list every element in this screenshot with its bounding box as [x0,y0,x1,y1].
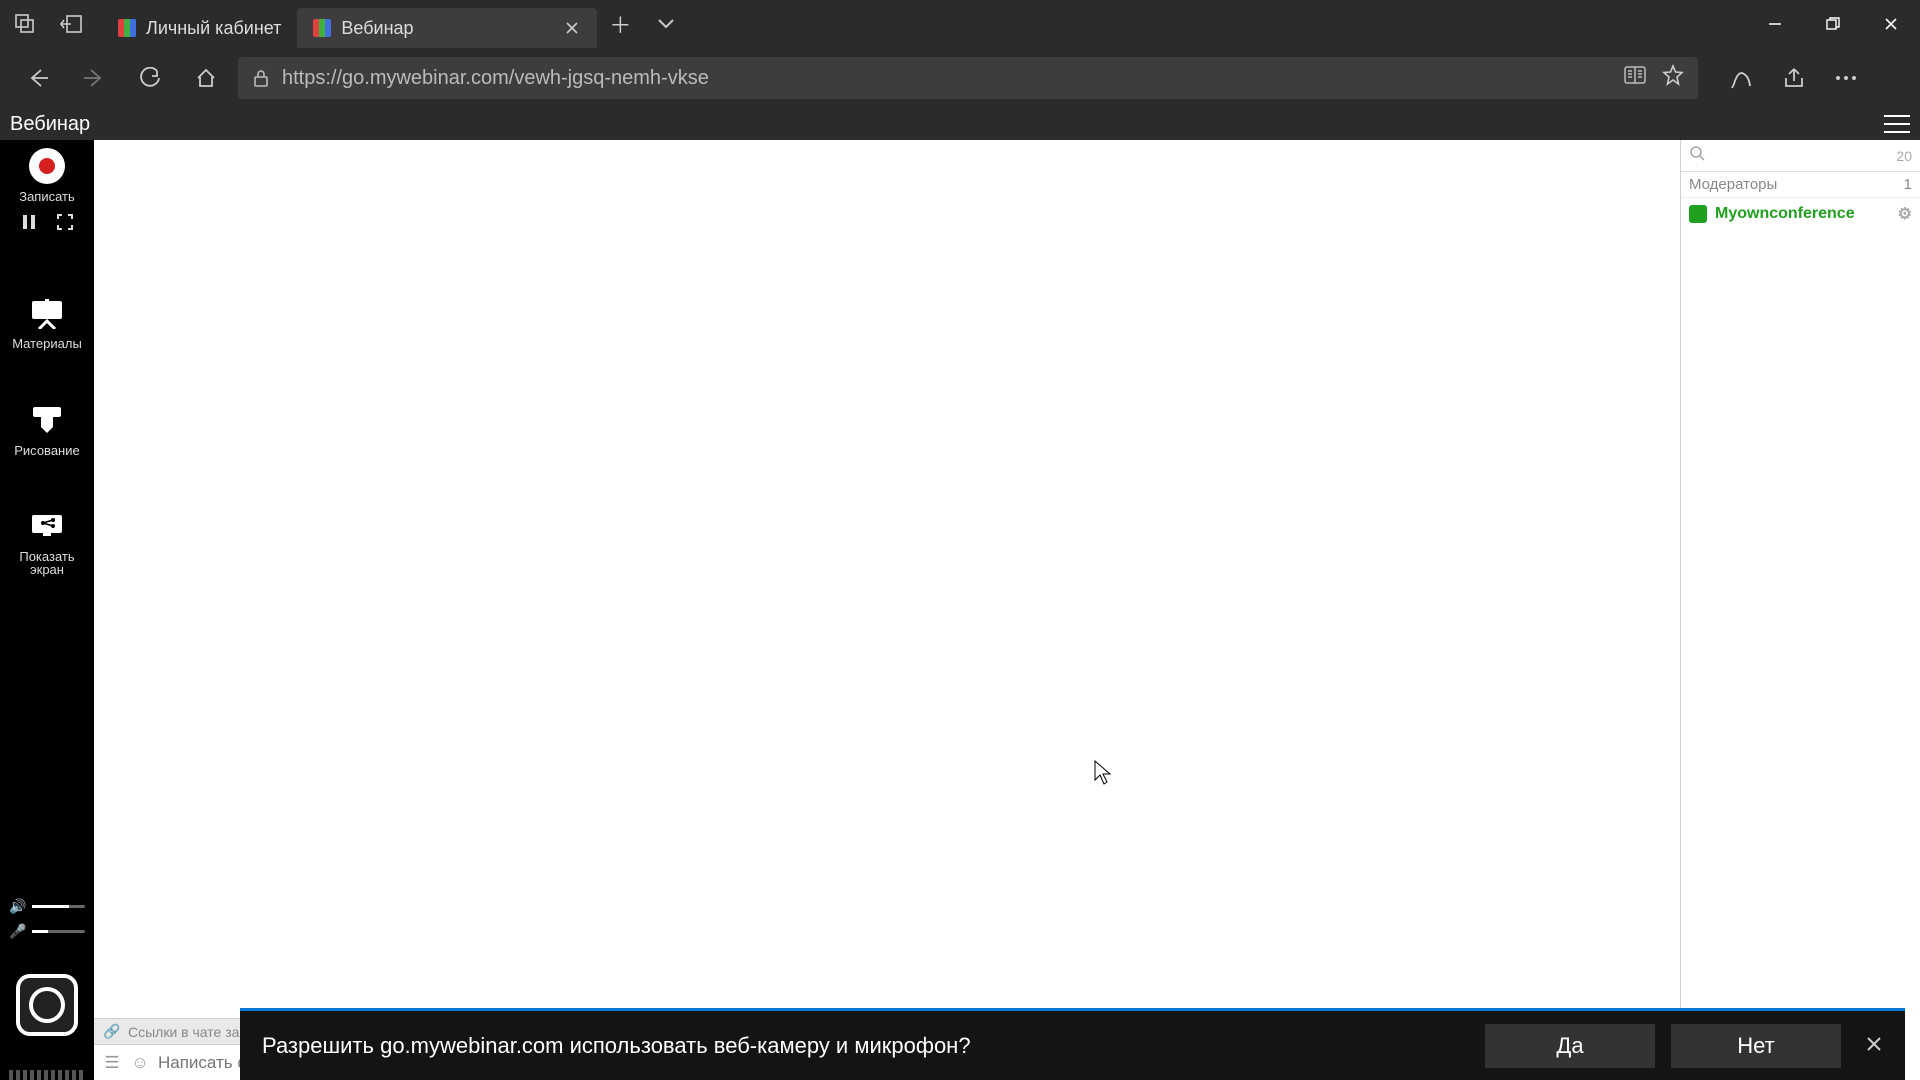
camera-toggle-button[interactable] [16,974,78,1036]
lock-icon [252,69,270,87]
share-screen-icon [29,511,65,544]
permission-text: Разрешить go.mywebinar.com использовать … [262,1033,971,1059]
share-screen-button[interactable]: Показать экран [19,511,74,577]
participants-panel: 20 Модераторы 1 Myownconference ⚙ [1680,140,1920,1080]
pause-button[interactable] [21,214,37,235]
set-aside-tabs-button[interactable] [50,0,92,48]
tab-preview-button[interactable] [4,0,46,48]
materials-icon [29,299,65,332]
speaker-icon: 🔊 [9,898,26,915]
participant-row[interactable]: Myownconference ⚙ [1681,198,1920,230]
participant-settings-icon[interactable]: ⚙ [1898,204,1912,224]
window-close-button[interactable] [1862,0,1920,48]
url-text: https://go.mywebinar.com/vewh-jgsq-nemh-… [282,67,709,90]
webinar-stage: Разрешите доступ 🔗 Ссылки в чате запрещ … [94,140,1680,1080]
moderators-label: Модераторы [1689,176,1777,193]
drawing-icon [29,405,65,438]
nav-refresh-button[interactable] [126,54,174,102]
cursor-icon [1094,760,1114,786]
app-menu-button[interactable] [1884,115,1910,133]
signal-strength-icon [9,1070,85,1080]
participant-avatar-icon [1689,205,1707,223]
nav-home-button[interactable] [182,54,230,102]
moderators-section-header: Модераторы 1 [1681,172,1920,198]
nav-share-button[interactable] [1770,54,1818,102]
record-label: Записать [19,190,75,204]
materials-label: Материалы [12,337,82,351]
drawing-button[interactable]: Рисование [14,405,79,457]
reading-view-icon[interactable] [1624,66,1646,90]
left-rail: Записать Материалы Рисование Показать эк… [0,140,94,1080]
mic-slider[interactable] [32,930,85,933]
share-screen-label1: Показать [19,550,74,564]
drawing-label: Рисование [14,444,79,458]
nav-forward-button[interactable] [70,54,118,102]
moderators-count: 1 [1904,176,1912,193]
record-button[interactable]: Записать [19,148,75,204]
browser-tab-1[interactable]: Личный кабинет [102,8,297,48]
search-icon [1689,145,1705,166]
nav-more-button[interactable] [1822,54,1870,102]
record-icon [29,148,65,184]
participants-search[interactable]: 20 [1681,140,1920,172]
audio-sliders: 🔊 🎤 [9,898,85,940]
camera-mic-permission-bar: Разрешить go.mywebinar.com использовать … [240,1008,1905,1080]
permission-close-icon[interactable] [1865,1033,1883,1059]
window-minimize-button[interactable] [1746,0,1804,48]
browser-titlebar: Личный кабинет Вебинар ＋ [0,0,1920,48]
favorite-star-icon[interactable] [1662,64,1684,92]
tab-title: Личный кабинет [146,18,281,39]
permission-yes-button[interactable]: Да [1485,1024,1655,1068]
app-title: Вебинар [10,113,90,136]
emoji-icon[interactable]: ☺ [130,1053,150,1073]
speaker-slider[interactable] [32,905,85,908]
participants-max-count: 20 [1896,148,1912,164]
favicon-icon [118,19,136,37]
new-tab-button[interactable]: ＋ [597,0,643,48]
tabs-menu-button[interactable] [643,0,689,48]
materials-button[interactable]: Материалы [12,299,82,351]
nav-notes-button[interactable] [1718,54,1766,102]
window-maximize-button[interactable] [1804,0,1862,48]
favicon-icon [313,19,331,37]
app-body: Записать Материалы Рисование Показать эк… [0,140,1920,1080]
tab-title: Вебинар [341,18,413,39]
permission-no-button[interactable]: Нет [1671,1024,1841,1068]
share-screen-label2: экран [30,563,64,577]
nav-back-button[interactable] [14,54,62,102]
chat-menu-icon[interactable]: ☰ [102,1053,122,1073]
browser-tab-2-active[interactable]: Вебинар [297,8,597,48]
close-tab-icon[interactable] [563,19,581,37]
link-icon: 🔗 [102,1022,122,1042]
fullscreen-button[interactable] [57,214,73,235]
mic-icon: 🎤 [9,923,26,940]
browser-navbar: https://go.mywebinar.com/vewh-jgsq-nemh-… [0,48,1920,108]
url-input[interactable]: https://go.mywebinar.com/vewh-jgsq-nemh-… [238,57,1698,99]
participant-name: Myownconference [1715,205,1855,223]
app-header: Вебинар [0,108,1920,140]
